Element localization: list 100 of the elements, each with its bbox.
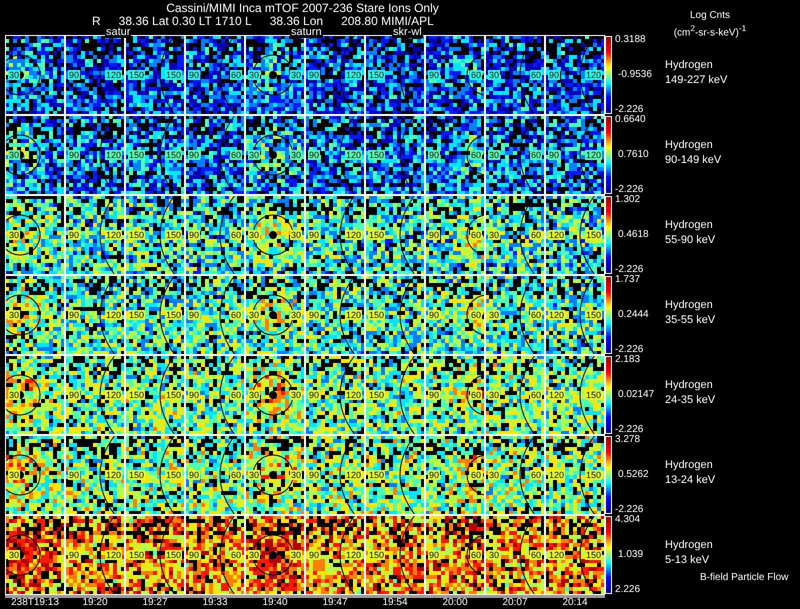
contour-label: 30 [290,310,302,320]
contour-label: 120 [344,70,362,80]
species-label: Hydrogen [665,378,714,393]
contour-label: 150 [368,470,386,480]
contour-label: 150 [584,310,602,320]
contour-label: 90 [308,310,320,320]
contour-label: 60 [230,550,242,560]
contour-label: 90 [68,310,80,320]
contour-label: 120 [548,470,566,480]
contour-label: 120 [104,310,122,320]
contour-label: 150 [368,550,386,560]
contour-label: 90 [68,470,80,480]
contour-label: 30 [8,70,20,80]
contour-label: 30 [290,230,302,240]
energy-label: 55-90 keV [665,233,716,248]
energy-label: 24-35 keV [665,393,716,408]
legend-note: B-field Particle Flow [700,572,788,583]
contour-label: 150 [368,310,386,320]
contour-label: 90 [188,550,200,560]
contour-label: 60 [530,390,542,400]
contour-label: 30 [248,70,260,80]
colorbar-units: (cm$^{2}$-sr-s-keV)$^{-1}$ [674,22,746,40]
contour-label: 150 [368,70,386,80]
species-label: Hydrogen [665,218,714,233]
contour-label: 120 [344,470,362,480]
time-label: 19:40 [261,598,289,608]
contour-label: 60 [470,230,482,240]
contour-label: 90 [428,390,440,400]
colorbar-mid: 0.5262 [617,470,650,480]
time-label: 20:00 [441,598,469,608]
contour-label: 60 [530,310,542,320]
colorbar-min: -2.226 [615,265,644,275]
contour-label: 30 [290,390,302,400]
contour-label: 30 [248,390,260,400]
species-label: Hydrogen [665,538,713,553]
contour-label: 120 [344,550,362,560]
colorbar-max: 0.3188 [615,35,647,45]
contour-label: 60 [530,150,542,160]
contour-label: 120 [344,390,362,400]
contour-label: 30 [8,390,20,400]
contour-label: 120 [548,390,566,400]
contour-label: 30 [8,550,20,560]
contour-label: 120 [104,70,122,80]
colorbar-min: -2.226 [615,185,644,195]
contour-label: 30 [488,230,500,240]
contour-label: 150 [164,150,182,160]
contour-label: 30 [488,310,500,320]
time-label: 19:47 [321,598,349,608]
energy-label: 90-149 keV [665,153,722,168]
contour-label: 90 [428,150,440,160]
time-label: 19:54 [381,598,409,608]
colorbar-max: 1.737 [615,275,642,285]
contour-label: 60 [230,150,242,160]
plot-title: Cassini/MIMI Inca mTOF 2007-236 Stare Ions Only [166,2,439,15]
contour-label: 150 [368,390,386,400]
energy-label: 149-227 keV [665,73,728,88]
colorbar-mid: 0.02147 [617,390,656,400]
contour-label: 90 [428,470,440,480]
time-label: 19:20 [81,598,109,608]
contour-label: 120 [104,230,122,240]
contour-label: 30 [488,70,500,80]
contour-label: 150 [164,310,182,320]
contour-label: 150 [164,550,182,560]
contour-label: 150 [368,230,386,240]
contour-label: 120 [584,70,602,80]
contour-label: 30 [488,150,500,160]
contour-label: 150 [164,230,182,240]
contour-label: 150 [128,230,146,240]
contour-label: 150 [128,550,146,560]
colorbar-max: 0.6640 [615,115,647,125]
contour-label: 120 [104,390,122,400]
contour-label: 60 [230,310,242,320]
contour-label: 60 [530,550,542,560]
contour-label: 30 [8,310,20,320]
orbit-info: 38.36 Lat 0.30 LT 1710 L [118,15,252,28]
contour-label: 30 [488,470,500,480]
contour-label: 30 [8,470,20,480]
contour-label: 150 [128,70,146,80]
contour-label: 150 [128,150,146,160]
contour-label: 120 [584,150,602,160]
contour-label: 60 [530,70,542,80]
contour-label: 90 [428,70,440,80]
time-label: 19:33 [201,598,229,608]
contour-label: 90 [188,390,200,400]
contour-label: 60 [230,470,242,480]
contour-label: 30 [290,70,302,80]
contour-label: 150 [128,390,146,400]
colorbar-title: Log Cnts [690,10,730,22]
contour-label: 90 [308,550,320,560]
species-label: Hydrogen [665,138,714,153]
time-label: 20:14 [561,598,589,608]
contour-label: 30 [8,230,20,240]
contour-label: 150 [164,470,182,480]
contour-label: 90 [188,310,200,320]
contour-label: 120 [104,150,122,160]
contour-label: 60 [470,150,482,160]
colorbar-min: -2.226 [615,345,644,355]
contour-label: 30 [488,390,500,400]
contour-label: 30 [248,470,260,480]
energy-label: 5-13 keV [665,553,710,568]
